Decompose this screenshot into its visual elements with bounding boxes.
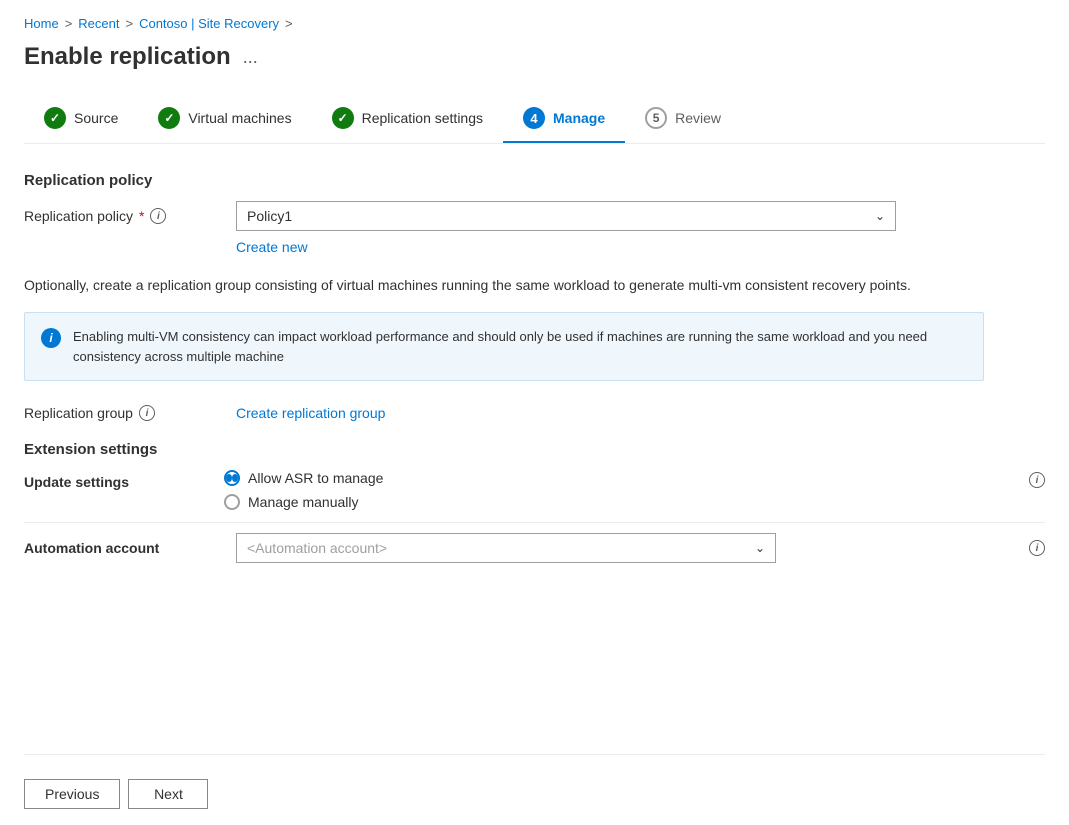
automation-chevron-icon: ⌄ [755, 541, 765, 555]
update-settings-options: Allow ASR to manage Manage manually i [224, 470, 1045, 510]
page-title: Enable replication [24, 43, 231, 71]
step-repl-label: Replication settings [362, 110, 483, 126]
step-replication-settings[interactable]: ✓ Replication settings [312, 95, 503, 143]
radio-allow-asr-label: Allow ASR to manage [248, 470, 383, 486]
step-virtual-machines[interactable]: ✓ Virtual machines [138, 95, 311, 143]
step-manage-icon: 4 [523, 107, 545, 129]
radio-allow-asr[interactable]: Allow ASR to manage [224, 470, 383, 486]
automation-account-row: Automation account <Automation account> … [24, 522, 1045, 563]
bottom-divider [24, 754, 1045, 755]
replication-group-label: Replication group i [24, 405, 224, 421]
replication-policy-info-icon[interactable]: i [150, 208, 166, 224]
radio-manage-manually[interactable]: Manage manually [224, 494, 383, 510]
page-menu-icon[interactable]: ... [243, 47, 258, 68]
create-new-link[interactable]: Create new [236, 239, 1045, 255]
replication-group-row: Replication group i Create replication g… [24, 405, 1045, 421]
step-manage[interactable]: 4 Manage [503, 95, 625, 143]
replication-policy-dropdown[interactable]: Policy1 ⌄ [236, 201, 896, 231]
extension-settings-title: Extension settings [24, 441, 1045, 458]
step-source-icon: ✓ [44, 107, 66, 129]
create-replication-group-link[interactable]: Create replication group [236, 405, 385, 421]
automation-account-value: <Automation account> [247, 540, 387, 556]
breadcrumb: Home > Recent > Contoso | Site Recovery … [24, 16, 1045, 31]
radio-group: Allow ASR to manage Manage manually [224, 470, 383, 510]
radio-manage-manually-label: Manage manually [248, 494, 359, 510]
required-star: * [139, 208, 144, 224]
previous-button[interactable]: Previous [24, 779, 120, 809]
replication-policy-label: Replication policy * i [24, 208, 224, 224]
automation-account-dropdown[interactable]: <Automation account> ⌄ [236, 533, 776, 563]
replication-group-info-icon[interactable]: i [139, 405, 155, 421]
step-review-icon: 5 [645, 107, 667, 129]
breadcrumb-home[interactable]: Home [24, 16, 59, 31]
step-vm-icon: ✓ [158, 107, 180, 129]
step-manage-label: Manage [553, 110, 605, 126]
replication-policy-section: Replication policy Replication policy * … [24, 172, 1045, 255]
replication-policy-row: Replication policy * i Policy1 ⌄ [24, 201, 1045, 231]
wizard-steps: ✓ Source ✓ Virtual machines ✓ Replicatio… [24, 95, 1045, 144]
update-settings-label: Update settings [24, 470, 224, 490]
radio-manage-manually-circle [224, 494, 240, 510]
automation-account-label: Automation account [24, 540, 224, 556]
breadcrumb-contoso[interactable]: Contoso | Site Recovery [139, 16, 279, 31]
step-review-label: Review [675, 110, 721, 126]
replication-policy-title: Replication policy [24, 172, 1045, 189]
automation-account-info-icon[interactable]: i [1029, 540, 1045, 556]
next-button[interactable]: Next [128, 779, 208, 809]
radio-allow-asr-circle [224, 470, 240, 486]
update-settings-info-icon[interactable]: i [1029, 472, 1045, 488]
info-box-icon: i [41, 328, 61, 348]
replication-policy-value: Policy1 [247, 208, 292, 224]
extension-settings-section: Extension settings Update settings Allow… [24, 441, 1045, 563]
optional-info-text: Optionally, create a replication group c… [24, 275, 984, 296]
update-settings-row: Update settings Allow ASR to manage Mana… [24, 470, 1045, 510]
footer: Previous Next [24, 763, 1045, 809]
info-box: i Enabling multi-VM consistency can impa… [24, 312, 984, 381]
step-source[interactable]: ✓ Source [24, 95, 138, 143]
step-repl-icon: ✓ [332, 107, 354, 129]
chevron-down-icon: ⌄ [875, 209, 885, 223]
info-box-text: Enabling multi-VM consistency can impact… [73, 327, 967, 366]
step-source-label: Source [74, 110, 118, 126]
step-review[interactable]: 5 Review [625, 95, 741, 143]
breadcrumb-recent[interactable]: Recent [78, 16, 119, 31]
step-vm-label: Virtual machines [188, 110, 291, 126]
